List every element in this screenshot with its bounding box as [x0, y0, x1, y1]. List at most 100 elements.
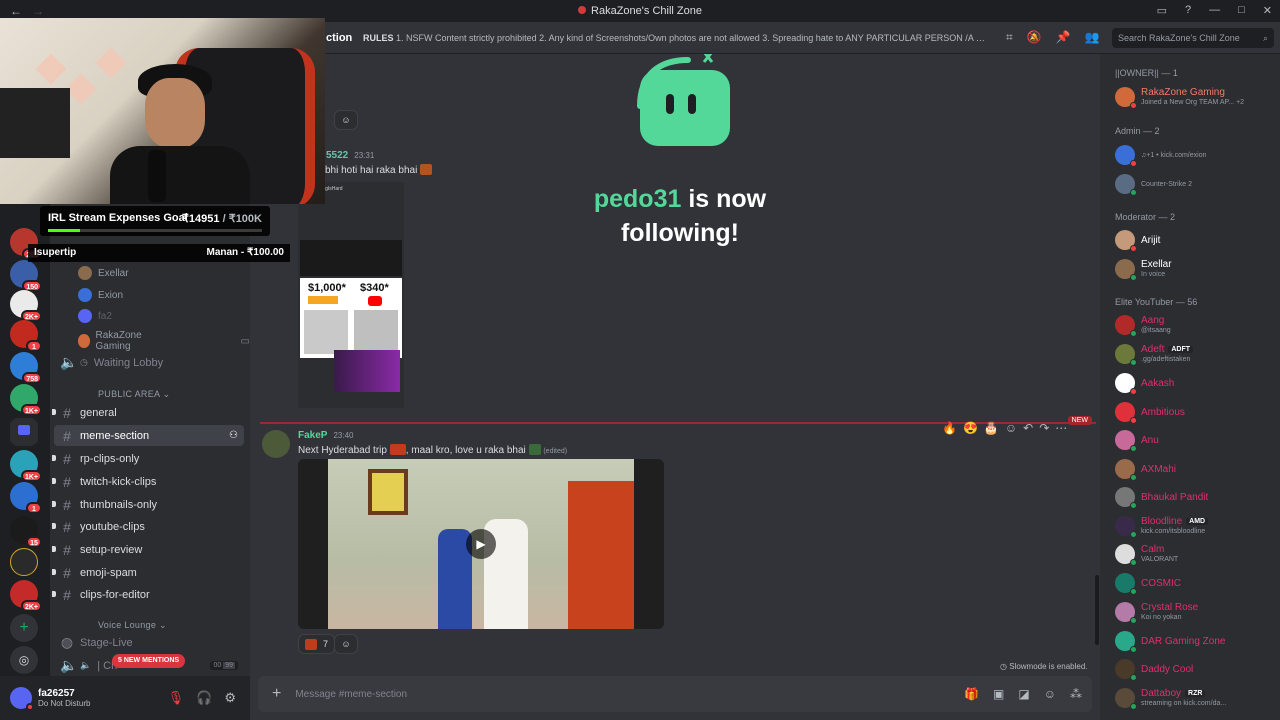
- server-icon[interactable]: 15: [10, 516, 42, 548]
- close-icon[interactable]: ✕: [1263, 4, 1272, 17]
- member-item[interactable]: Arijit: [1115, 227, 1280, 253]
- add-server-icon[interactable]: +: [10, 614, 38, 642]
- member-item[interactable]: Calm VALORANT: [1115, 541, 1280, 567]
- voice-user[interactable]: RakaZone Gaming ▭: [78, 330, 250, 352]
- avatar: [1115, 259, 1137, 281]
- threads-icon[interactable]: ⌗: [1006, 30, 1013, 45]
- server-icon[interactable]: 2K+: [10, 290, 42, 322]
- add-member-icon[interactable]: ⚇: [229, 430, 238, 441]
- add-attachment-icon[interactable]: +: [272, 685, 281, 703]
- channel-twitch-kick-clips[interactable]: # twitch-kick-clips: [52, 471, 244, 492]
- member-item[interactable]: Dattaboy RZR streaming on kick.com/da...: [1115, 685, 1280, 711]
- add-reaction-icon[interactable]: ☺: [1005, 421, 1017, 435]
- member-item[interactable]: Adeft ADFT .gg/adeftistaken: [1115, 341, 1280, 367]
- inbox-icon[interactable]: ▭: [1157, 4, 1167, 17]
- member-item[interactable]: Exellar In voice: [1115, 256, 1280, 282]
- member-item[interactable]: Aakash: [1115, 370, 1280, 396]
- member-item[interactable]: Daddy Cool: [1115, 656, 1280, 682]
- server-icon[interactable]: [10, 548, 38, 576]
- help-icon[interactable]: ?: [1185, 4, 1191, 17]
- avatar: [78, 334, 90, 348]
- reaction-add-button[interactable]: ☺: [334, 110, 358, 130]
- channel-general[interactable]: # general: [52, 402, 244, 423]
- stage-channel[interactable]: ◍ Stage-Live: [54, 632, 244, 653]
- message-author[interactable]: FakeP 23:40: [298, 430, 354, 441]
- message-author[interactable]: 5522 23:31: [326, 150, 374, 161]
- fire-emoji-icon[interactable]: 🔥: [942, 421, 957, 435]
- voice-user[interactable]: Exion: [78, 288, 123, 302]
- category-voice-lounge[interactable]: Voice Lounge ⌄: [98, 620, 167, 631]
- member-item[interactable]: AXMahi: [1115, 456, 1280, 482]
- channel-thumbnails-only[interactable]: # thumbnails-only: [52, 494, 244, 515]
- image-embed[interactable]: r/CensoringIsHard $1,000* $340*: [298, 182, 404, 408]
- minimize-icon[interactable]: —: [1209, 4, 1220, 17]
- play-icon[interactable]: ▶: [466, 529, 496, 559]
- user-info[interactable]: fa26257 Do Not Disturb: [38, 688, 90, 708]
- member-item[interactable]: Aang @itsaang: [1115, 312, 1280, 338]
- member-item[interactable]: Ambitious: [1115, 399, 1280, 425]
- message-input[interactable]: Message #meme-section: [295, 689, 407, 700]
- member-item[interactable]: COSMIC: [1115, 570, 1280, 596]
- notifications-muted-icon[interactable]: 🔕: [1027, 30, 1042, 45]
- gif-icon[interactable]: ▣: [993, 687, 1004, 701]
- more-options-icon[interactable]: ⋯: [1055, 421, 1067, 435]
- folder-icon[interactable]: [10, 418, 38, 446]
- avatar[interactable]: [10, 687, 34, 711]
- member-item[interactable]: Bhaukal Pandit: [1115, 484, 1280, 510]
- server-icon[interactable]: 1K+: [10, 450, 42, 482]
- reaction-add-button[interactable]: ☺: [334, 634, 358, 654]
- apps-icon[interactable]: ⁂: [1070, 687, 1082, 701]
- server-icon[interactable]: 2K+: [10, 580, 42, 612]
- settings-gear-icon[interactable]: ⚙: [224, 690, 236, 706]
- gift-icon[interactable]: 🎁: [964, 687, 979, 701]
- member-item[interactable]: RakaZone Gaming Joined a New Org TEAM AP.…: [1115, 84, 1280, 110]
- headset-icon[interactable]: 🎧: [196, 690, 212, 706]
- voice-user[interactable]: fa2: [78, 309, 112, 323]
- server-icon[interactable]: 150: [10, 260, 42, 292]
- channel-emoji-spam[interactable]: # emoji-spam: [52, 562, 244, 583]
- server-icon[interactable]: 758: [10, 352, 42, 384]
- server-tag: ADFT: [1168, 346, 1194, 353]
- channel-youtube-clips[interactable]: # youtube-clips: [52, 516, 244, 537]
- reaction-pill[interactable]: 7: [298, 634, 336, 654]
- video-embed[interactable]: ▶: [298, 459, 664, 629]
- avatar: [78, 288, 92, 302]
- reply-icon[interactable]: ↶: [1023, 421, 1033, 435]
- channel-clips-for-editor[interactable]: # clips-for-editor: [52, 584, 244, 605]
- explore-icon[interactable]: ◎: [10, 646, 38, 674]
- emoji-icon: [305, 638, 317, 650]
- voice-user[interactable]: Exellar: [78, 266, 129, 280]
- voice-channel-waiting-lobby[interactable]: 🔈 ◷ Waiting Lobby: [54, 352, 244, 373]
- new-mentions-pill[interactable]: 5 NEW MENTIONS: [112, 654, 186, 668]
- channel-setup-review[interactable]: # setup-review: [52, 539, 244, 560]
- member-item[interactable]: Counter-Strike 2: [1115, 171, 1280, 197]
- member-activity: Joined a New Org TEAM AP... +2: [1141, 99, 1245, 106]
- channel-label: thumbnails-only: [80, 498, 158, 511]
- sticker-icon[interactable]: ◪: [1018, 687, 1029, 701]
- member-item[interactable]: ♫+1 • kick.com/exion: [1115, 142, 1280, 168]
- emoji-picker-icon[interactable]: ☺: [1044, 687, 1056, 701]
- emoji-reaction-icon[interactable]: 🎂: [984, 421, 999, 435]
- avatar: [1115, 87, 1137, 109]
- pin-icon[interactable]: 📌: [1056, 30, 1071, 45]
- forward-icon[interactable]: ↷: [1039, 421, 1049, 435]
- server-icon[interactable]: 1: [10, 320, 42, 352]
- message-scrollbar[interactable]: [1095, 575, 1099, 645]
- channel-topic[interactable]: RULES 1. NSFW Content strictly prohibite…: [363, 33, 991, 43]
- category-public-area[interactable]: PUBLIC AREA ⌄: [98, 389, 170, 400]
- server-icon[interactable]: 1: [10, 482, 42, 514]
- channel-meme-section[interactable]: # meme-section ⚇: [54, 425, 244, 446]
- member-item[interactable]: DAR Gaming Zone: [1115, 628, 1280, 654]
- member-item[interactable]: Crystal Rose Koi no yokan: [1115, 599, 1280, 625]
- member-list-icon[interactable]: 👥: [1085, 30, 1100, 45]
- channel-rp-clips-only[interactable]: # rp-clips-only: [52, 448, 244, 469]
- maximize-icon[interactable]: □: [1238, 4, 1245, 17]
- server-icon[interactable]: 1K+: [10, 384, 42, 416]
- mic-muted-icon[interactable]: 🎙: [168, 690, 185, 706]
- member-item[interactable]: Anu: [1115, 427, 1280, 453]
- avatar[interactable]: [262, 430, 290, 458]
- member-item[interactable]: Bloodline AMD kick.com/itsbloodline: [1115, 513, 1280, 539]
- search-input[interactable]: Search RakaZone's Chill Zone ⌕: [1112, 27, 1274, 48]
- channel-label: general: [80, 406, 117, 419]
- heart-eyes-emoji-icon[interactable]: 😍: [963, 421, 978, 435]
